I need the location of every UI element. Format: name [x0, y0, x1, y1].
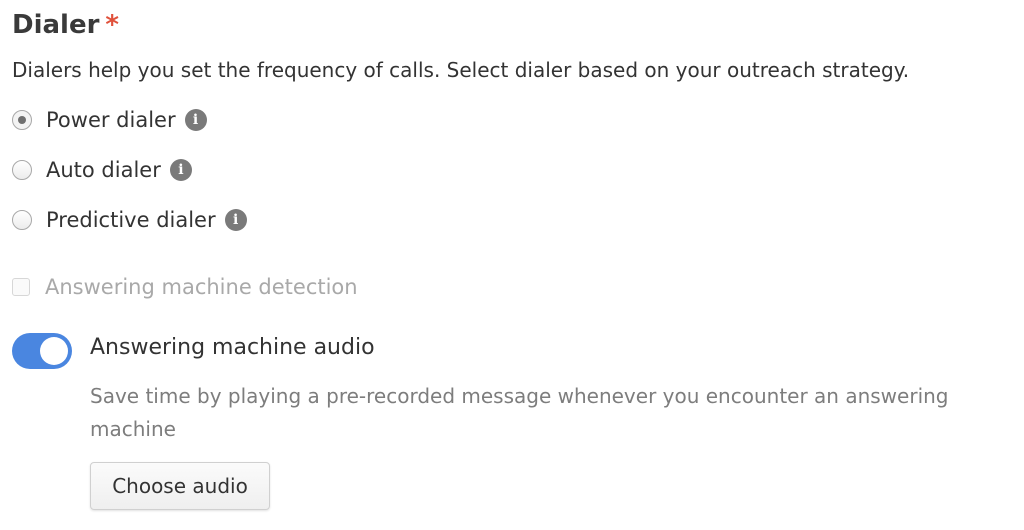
predictive-dialer-label[interactable]: Predictive dialer: [46, 208, 216, 232]
answering-machine-detection-row: Answering machine detection: [12, 272, 358, 302]
toggle-knob: [40, 337, 68, 365]
choose-audio-button[interactable]: Choose audio: [90, 462, 270, 510]
power-dialer-label[interactable]: Power dialer: [46, 108, 176, 132]
answering-machine-detection-checkbox: [12, 278, 30, 296]
dialer-option-power[interactable]: Power dialer i: [12, 105, 207, 135]
dialer-option-auto[interactable]: Auto dialer i: [12, 155, 192, 185]
required-asterisk: *: [105, 10, 120, 40]
answering-machine-audio-description: Save time by playing a pre-recorded mess…: [90, 384, 949, 441]
info-icon[interactable]: i: [169, 159, 192, 181]
dialer-option-predictive[interactable]: Predictive dialer i: [12, 205, 247, 235]
answering-machine-audio-label: Answering machine audio: [90, 335, 375, 360]
auto-dialer-radio[interactable]: [12, 160, 32, 180]
info-icon[interactable]: i: [184, 109, 207, 131]
auto-dialer-label[interactable]: Auto dialer: [46, 158, 161, 182]
section-description: Dialers help you set the frequency of ca…: [12, 58, 910, 82]
section-title: Dialer *: [12, 10, 119, 40]
section-title-text: Dialer: [12, 10, 100, 40]
radio-selected-dot: [18, 116, 26, 124]
power-dialer-radio[interactable]: [12, 110, 32, 130]
info-icon[interactable]: i: [224, 209, 247, 231]
answering-machine-detection-label: Answering machine detection: [45, 275, 358, 299]
dialer-settings-panel: Dialer * Dialers help you set the frequen…: [0, 0, 1024, 530]
predictive-dialer-radio[interactable]: [12, 210, 32, 230]
answering-machine-audio-toggle[interactable]: [12, 333, 72, 369]
